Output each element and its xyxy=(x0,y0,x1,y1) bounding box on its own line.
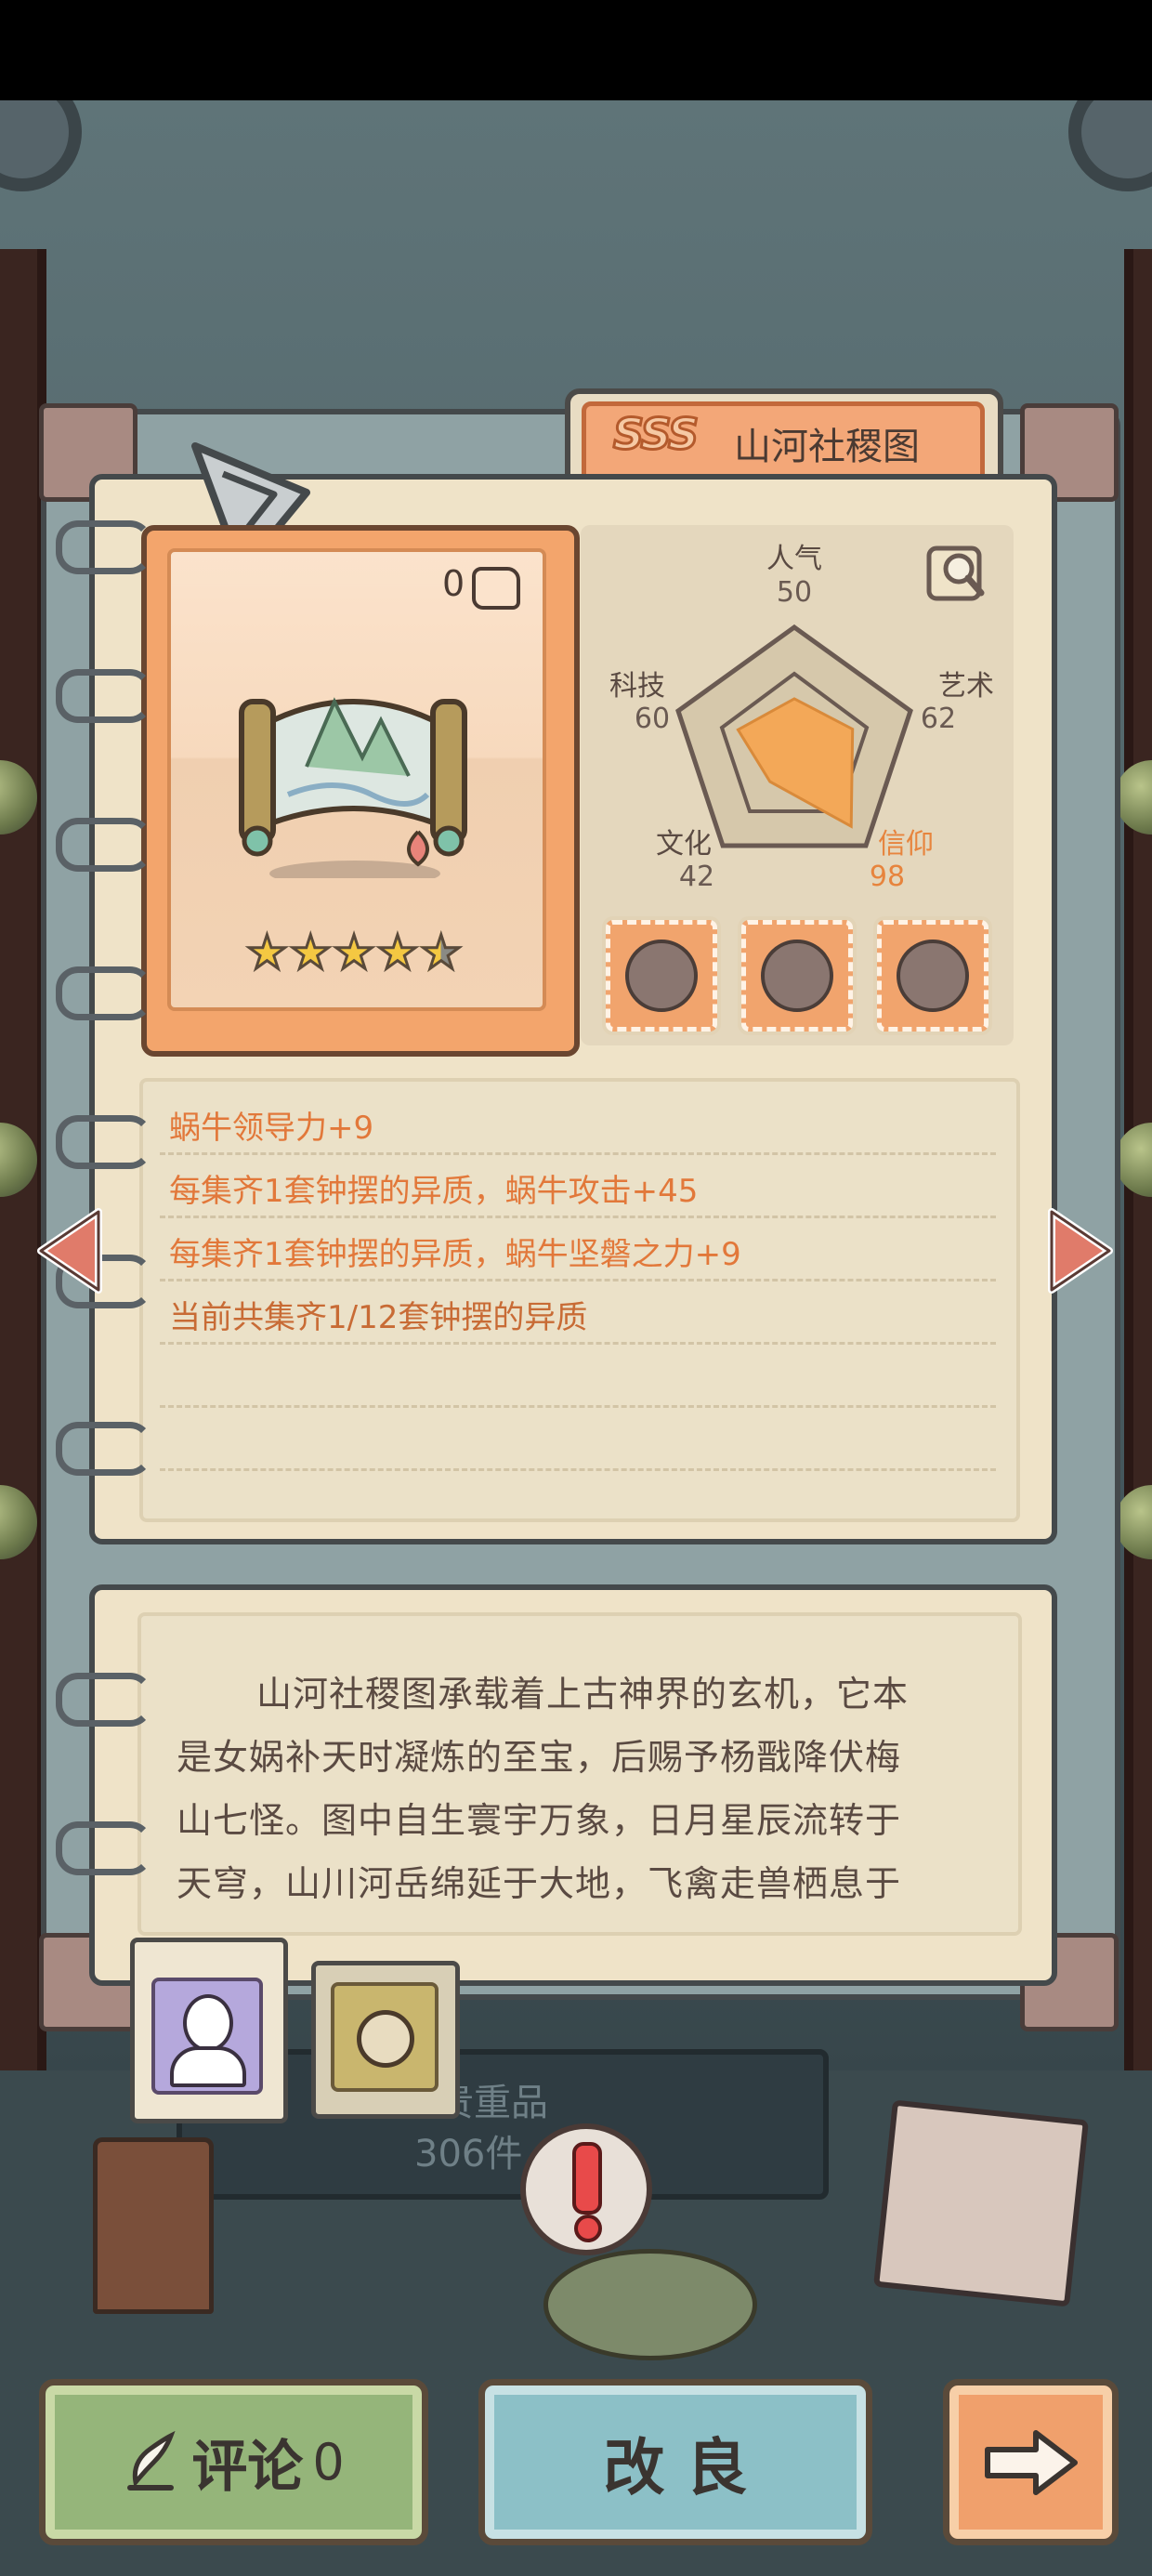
next-item-button[interactable] xyxy=(1042,1204,1117,1297)
stat-label-popularity: 人气 xyxy=(766,543,822,575)
snail-portrait-icon xyxy=(761,940,833,1012)
item-title: 山河社稷图 xyxy=(734,426,920,468)
description-line: 天穹，山川河岳绵延于大地，飞禽走兽栖息于 xyxy=(177,1863,902,1904)
snail-portrait-icon xyxy=(897,940,969,1012)
binder-ring xyxy=(56,1422,152,1476)
binder-ring xyxy=(56,520,152,574)
sun-face-icon xyxy=(331,1982,439,2092)
next-button[interactable] xyxy=(943,2379,1119,2545)
description-line: 山七怪。图中自生寰宇万象，日月星辰流转于 xyxy=(177,1800,902,1841)
stat-value-faith: 98 xyxy=(869,861,906,893)
stat-value-tech: 60 xyxy=(634,703,671,735)
gear-icon xyxy=(1068,100,1152,191)
divider xyxy=(160,1216,996,1218)
star-icon: ★ xyxy=(245,926,290,979)
star-icon: ★ xyxy=(288,926,333,979)
divider xyxy=(160,1152,996,1155)
radar-chart xyxy=(675,624,913,848)
tab-sun[interactable] xyxy=(311,1961,460,2119)
snail-portrait-icon xyxy=(625,940,698,1012)
bust-icon xyxy=(151,1978,263,2095)
effect-progress: 当前共集齐1/12套钟摆的异质 xyxy=(169,1299,588,1336)
description-line: 山河社稷图承载着上古神界的玄机，它本 xyxy=(256,1674,910,1715)
binder-ring xyxy=(56,1115,152,1169)
binder-ring xyxy=(56,1673,152,1727)
stat-value-popularity: 50 xyxy=(776,576,813,609)
effect-line: 每集齐1套钟摆的异质，蜗牛坚磐之力+9 xyxy=(169,1236,741,1273)
calendar-prop xyxy=(873,2099,1089,2307)
scroll-artwork xyxy=(239,697,467,878)
binder-ring xyxy=(56,966,152,1020)
puzzle-piece-icon xyxy=(472,567,520,610)
rank-badge: SSS xyxy=(611,408,700,461)
stat-label-art: 艺术 xyxy=(938,670,994,703)
stat-label-faith: 信仰 xyxy=(878,828,934,861)
effect-line: 蜗牛领导力+9 xyxy=(169,1110,374,1147)
star-icon: ★ xyxy=(332,926,376,979)
comment-button[interactable]: 评论 0 xyxy=(39,2379,428,2545)
stat-value-culture: 42 xyxy=(678,861,715,893)
trophy-prop xyxy=(93,2137,214,2314)
zoom-button[interactable] xyxy=(925,541,990,606)
magnifier-icon xyxy=(926,545,985,601)
divider xyxy=(160,1405,996,1408)
related-item-badge[interactable] xyxy=(606,920,717,1032)
star-rating: ★ ★ ★ ★ ★ xyxy=(245,926,464,979)
tab-portrait[interactable] xyxy=(130,1938,288,2123)
improve-button[interactable]: 改 良 xyxy=(478,2379,872,2545)
gift-count: 306件 xyxy=(414,2133,523,2175)
lamp-orb xyxy=(1115,1485,1152,1559)
description-line: 是女娲补天时凝炼的至宝，后赐予杨戬降伏梅 xyxy=(177,1737,902,1778)
related-item-badge[interactable] xyxy=(877,920,988,1032)
divider xyxy=(160,1468,996,1471)
stat-value-art: 62 xyxy=(920,703,957,735)
lamp-orb xyxy=(1115,1123,1152,1197)
half-star-icon: ★ xyxy=(419,926,464,979)
exclamation-dot xyxy=(574,2215,602,2242)
binder-ring xyxy=(56,818,152,872)
binder-ring xyxy=(56,669,152,723)
stat-label-culture: 文化 xyxy=(656,828,712,861)
comment-count: 0 xyxy=(312,2433,345,2491)
effect-line: 每集齐1套钟摆的异质，蜗牛攻击+45 xyxy=(169,1173,699,1210)
quill-icon xyxy=(127,2430,176,2491)
scroll-pile-prop xyxy=(543,2249,757,2360)
gear-icon xyxy=(0,100,82,191)
star-icon: ★ xyxy=(375,926,420,979)
owned-count: 0 xyxy=(442,563,465,604)
stat-label-tech: 科技 xyxy=(609,670,665,703)
comment-label: 评论 xyxy=(191,2435,304,2500)
binder-ring xyxy=(56,1821,152,1875)
improve-label: 改 良 xyxy=(603,2431,748,2504)
divider xyxy=(160,1342,996,1345)
arrow-right-icon xyxy=(984,2429,1078,2495)
prev-item-button[interactable] xyxy=(33,1204,108,1297)
alert-bubble[interactable] xyxy=(520,2123,652,2255)
divider xyxy=(160,1279,996,1281)
related-item-badge[interactable] xyxy=(741,920,853,1032)
lamp-orb xyxy=(1115,760,1152,835)
exclamation-icon xyxy=(572,2142,602,2215)
